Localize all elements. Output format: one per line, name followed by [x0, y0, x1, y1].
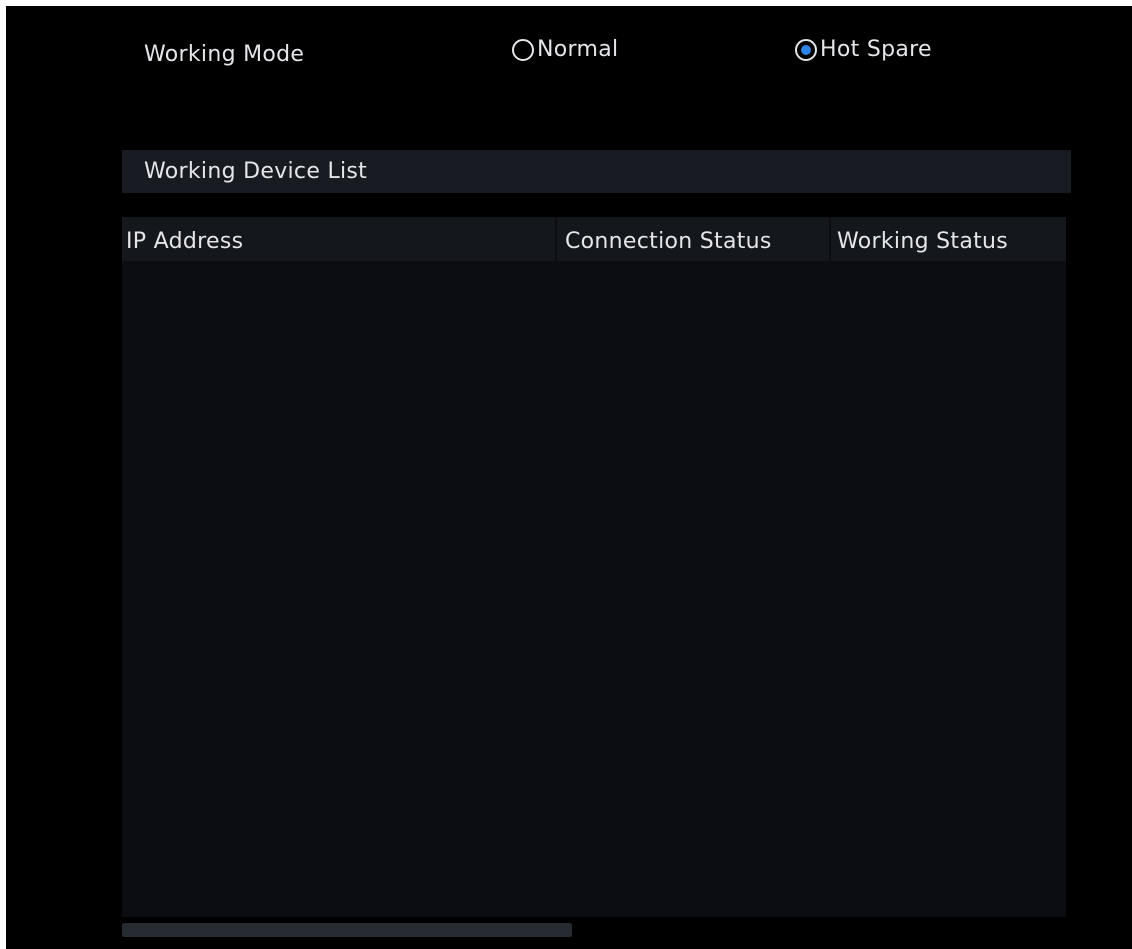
hot-spare-radio-option[interactable]: Hot Spare: [795, 37, 932, 62]
working-device-table: IP Address Connection Status Working Sta…: [122, 217, 1066, 917]
normal-radio-label: Normal: [537, 37, 619, 62]
hot-spare-settings-screen: Working Mode Normal Hot Spare Working De…: [6, 6, 1132, 949]
working-device-list-header: Working Device List: [122, 150, 1071, 193]
column-header-connection-status[interactable]: Connection Status: [557, 217, 829, 261]
column-header-ip-address[interactable]: IP Address: [122, 217, 555, 261]
column-header-working-status[interactable]: Working Status: [831, 217, 1066, 261]
radio-checked-icon[interactable]: [795, 38, 817, 61]
horizontal-scrollbar[interactable]: [122, 923, 572, 937]
radio-unchecked-icon[interactable]: [512, 38, 534, 61]
table-body: [122, 261, 1066, 917]
working-mode-label: Working Mode: [144, 42, 305, 67]
hot-spare-radio-label: Hot Spare: [820, 37, 932, 62]
table-header-row: IP Address Connection Status Working Sta…: [122, 217, 1066, 261]
normal-radio-option[interactable]: Normal: [512, 37, 618, 62]
